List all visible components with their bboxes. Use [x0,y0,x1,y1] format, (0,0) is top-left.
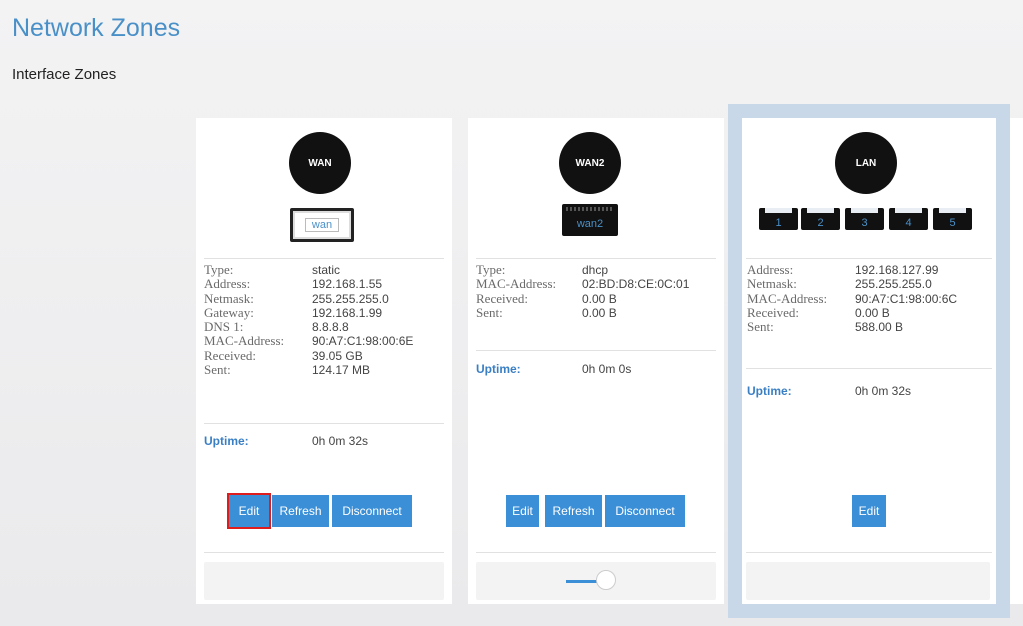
info-label: Received: [747,304,799,320]
info-row: Sent: 0.00 B [476,304,689,320]
info-value: 192.168.127.99 [855,263,939,277]
port-number: 3 [858,217,871,229]
zone-card-wan2: WAN2 wan2 Type: dhcp MAC-Address: 02:BD:D8… [468,118,724,604]
refresh-button[interactable]: Refresh [545,495,602,527]
info-value: 02:BD:D8:CE:0C:01 [582,277,690,292]
lan-port-icon: 1 [759,208,798,230]
uptime-value: 0h 0m 0s [582,362,632,376]
info-row: Type: dhcp [476,262,689,277]
info-row: Sent: 124.17 MB [204,362,413,378]
disconnect-button[interactable]: Disconnect [605,495,685,527]
info-value: 192.168.1.55 [312,277,383,292]
info-label: Address: [747,262,794,277]
port-number: 1 [772,217,785,229]
ethernet-port-icon: wan [290,208,354,242]
zone-name: WAN2 [575,157,605,169]
edit-button[interactable]: Edit [852,495,886,527]
info-label: Type: [476,262,506,277]
uptime: Uptime: 0h 0m 32s [747,384,911,398]
zone-card-partial [1010,118,1023,604]
info-row: Address: 192.168.127.99 [747,262,957,277]
info-row: Received: 39.05 GB [204,347,413,363]
info-row: MAC-Address: 90:A7:C1:98:00:6C [747,290,958,306]
info-value: 90:A7:C1:98:00:6C [855,291,958,306]
zone-icon-lan: LAN [835,132,897,194]
info-row: Type: static [204,262,413,277]
info-label: Gateway: [204,304,254,320]
uptime-label: Uptime: [476,362,521,376]
port-number: 2 [814,217,827,229]
zone-card-lan: LAN 1 2 3 4 5 Address: 192.168.127.99 Net… [728,104,1010,618]
zone-icon-wan2: WAN2 [559,132,621,194]
info-value: 0.00 B [855,305,890,320]
card-footer [746,562,990,600]
info-value: 90:A7:C1:98:00:6E [312,334,414,349]
uptime-label: Uptime: [204,434,249,448]
info-label: Sent: [747,319,774,335]
lan-port-icon: 2 [801,208,840,230]
info-value: 8.8.8.8 [312,320,349,335]
info-value: 255.255.255.0 [855,277,932,292]
interface-info: Type: static Address: 192.168.1.55 Netmask… [204,262,414,378]
uptime-label: Uptime: [747,384,792,398]
info-label: Received: [204,347,256,363]
info-value: 588.00 B [855,320,904,335]
info-row: Received: 0.00 B [476,290,689,306]
port-number: 4 [902,217,915,229]
info-label: DNS 1: [204,319,244,335]
info-value: 0.00 B [582,305,617,320]
info-row: Received: 0.00 B [747,304,957,320]
info-value: 124.17 MB [312,363,371,378]
zone-card-wan: WAN wan Type: static Address: 192.168.1.55… [196,118,452,604]
info-label: MAC-Address: [204,333,285,349]
ethernet-port-icon: wan2 [562,204,618,236]
info-value: dhcp [582,263,609,277]
info-label: Netmask: [747,276,797,292]
lan-port-icon: 3 [845,208,884,230]
info-value: 39.05 GB [312,348,363,363]
info-row: MAC-Address: 90:A7:C1:98:00:6E [204,333,414,349]
info-value: 255.255.255.0 [312,291,389,306]
lan-port-icon: 5 [933,208,972,230]
uptime: Uptime: 0h 0m 32s [204,434,368,448]
info-label: MAC-Address: [476,276,557,292]
info-label: Received: [476,290,528,306]
toggle-switch[interactable] [596,570,616,590]
uptime: Uptime: 0h 0m 0s [476,362,631,376]
interface-info: Address: 192.168.127.99 Netmask: 255.255.2… [747,262,958,335]
info-label: MAC-Address: [747,290,828,306]
port-label: wan2 [576,218,604,230]
zone-name: LAN [855,157,877,169]
info-row: Gateway: 192.168.1.99 [204,304,413,320]
info-label: Address: [204,276,251,292]
port-number: 5 [946,217,959,229]
page-title: Network Zones [12,14,181,42]
zone-name: WAN [308,157,332,169]
info-row: Netmask: 255.255.255.0 [204,290,413,306]
info-label: Sent: [476,304,503,320]
info-row: Address: 192.168.1.55 [204,276,413,292]
interface-info: Type: dhcp MAC-Address: 02:BD:D8:CE:0C:01 … [476,262,690,320]
disconnect-button[interactable]: Disconnect [332,495,412,527]
info-row: DNS 1: 8.8.8.8 [204,319,413,335]
uptime-value: 0h 0m 32s [312,434,369,448]
info-row: Sent: 588.00 B [747,319,957,335]
info-label: Sent: [204,362,231,378]
uptime-value: 0h 0m 32s [855,384,912,398]
info-row: Netmask: 255.255.255.0 [747,276,957,292]
info-value: 192.168.1.99 [312,305,383,320]
info-value: 0.00 B [582,291,617,306]
card-footer [204,562,444,600]
edit-button[interactable]: Edit [227,493,271,529]
port-label: wan [304,218,340,232]
info-label: Netmask: [204,290,254,306]
section-title: Interface Zones [12,66,117,83]
edit-button[interactable]: Edit [506,495,539,527]
lan-port-icon: 4 [889,208,928,230]
info-label: Type: [204,262,234,277]
info-row: MAC-Address: 02:BD:D8:CE:0C:01 [476,276,690,292]
info-value: static [312,263,341,277]
zone-icon-wan: WAN [289,132,351,194]
refresh-button[interactable]: Refresh [272,495,329,527]
